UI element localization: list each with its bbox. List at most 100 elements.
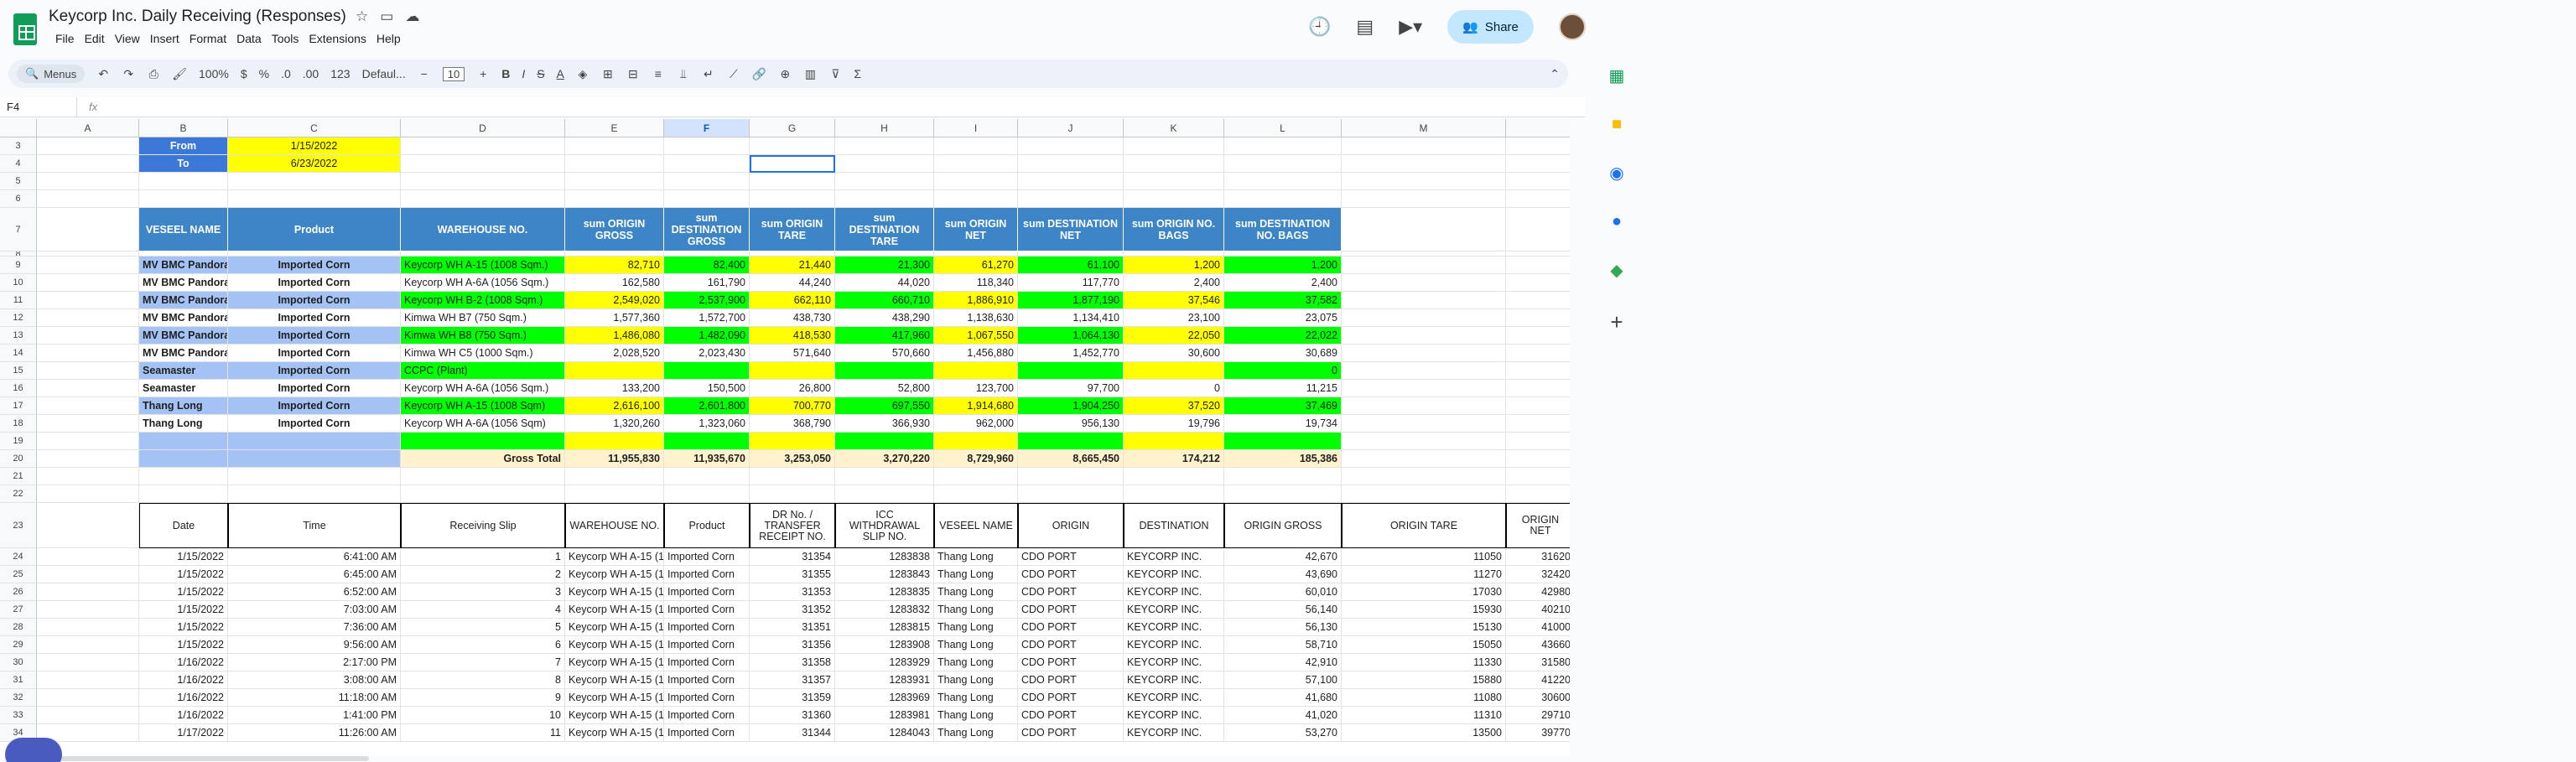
cell[interactable]: 3:08:00 AM [228, 671, 401, 689]
cell[interactable]: sum DESTINATION NO. BAGS [1224, 208, 1342, 251]
cell[interactable] [1342, 173, 1506, 190]
cell[interactable]: 1,904,250 [1018, 397, 1124, 415]
cell[interactable] [1342, 362, 1506, 380]
cell[interactable]: 40210 [1506, 601, 1570, 619]
row-header[interactable]: 11 [0, 292, 37, 309]
menu-search[interactable]: 🔍 Menus [17, 65, 86, 83]
cell[interactable]: CDO PORT [1018, 566, 1124, 583]
cell[interactable] [750, 433, 835, 450]
cell[interactable]: 1283929 [835, 654, 934, 671]
decrease-decimal-button[interactable]: .0 [281, 67, 291, 80]
cell[interactable]: 1,577,360 [565, 309, 664, 327]
cell[interactable]: 11310 [1342, 707, 1506, 724]
cell[interactable] [1124, 362, 1224, 380]
cell[interactable]: 1,886,910 [934, 292, 1018, 309]
cell[interactable]: 52,800 [835, 380, 934, 397]
row-header[interactable]: 27 [0, 601, 37, 619]
cell[interactable] [664, 362, 750, 380]
cell[interactable]: 11 [401, 724, 565, 742]
cell[interactable]: 1 [401, 548, 565, 566]
cell[interactable]: 31354 [750, 548, 835, 566]
cell[interactable]: KEYCORP INC. [1124, 654, 1224, 671]
cell[interactable]: Kimwa WH B7 (750 Sqm.) [401, 309, 565, 327]
cell[interactable]: 1,134,410 [1018, 309, 1124, 327]
cell[interactable]: 1283931 [835, 671, 934, 689]
cell[interactable] [1224, 433, 1342, 450]
cell[interactable]: 962,000 [934, 415, 1018, 433]
cell[interactable] [1124, 173, 1224, 190]
cell[interactable]: 7:36:00 AM [228, 619, 401, 636]
cell[interactable] [835, 173, 934, 190]
cell[interactable]: 9:56:00 AM [228, 636, 401, 654]
cell[interactable]: 21,440 [750, 257, 835, 274]
cell[interactable] [37, 345, 139, 362]
cell[interactable]: 31357 [750, 671, 835, 689]
cell[interactable] [565, 468, 664, 485]
cell[interactable]: Imported Corn [228, 397, 401, 415]
cell[interactable]: 82,710 [565, 257, 664, 274]
cell[interactable]: 7:03:00 AM [228, 601, 401, 619]
cell[interactable]: VESEEL NAME [934, 503, 1018, 548]
cell[interactable] [37, 415, 139, 433]
cell[interactable]: sum DESTINATION NET [1018, 208, 1124, 251]
cell[interactable] [228, 173, 401, 190]
cell[interactable]: 58,710 [1224, 636, 1342, 654]
cell[interactable] [1342, 345, 1506, 362]
cell[interactable] [1224, 137, 1342, 155]
cell[interactable] [37, 707, 139, 724]
cell[interactable]: 1,486,080 [565, 327, 664, 345]
cell[interactable]: Keycorp WH A-15 (1008 Sqm) [565, 724, 664, 742]
cell[interactable]: 23,075 [1224, 309, 1342, 327]
cell[interactable] [228, 190, 401, 208]
cell[interactable] [401, 137, 565, 155]
cell[interactable]: 1,877,190 [1018, 292, 1124, 309]
column-header-corner[interactable] [0, 119, 37, 137]
cell[interactable] [37, 380, 139, 397]
cell[interactable]: sum ORIGIN NET [934, 208, 1018, 251]
cell[interactable]: 956,130 [1018, 415, 1124, 433]
column-header-A[interactable]: A [37, 119, 139, 137]
cell[interactable]: To [139, 155, 228, 173]
cell[interactable]: 42980 [1506, 583, 1570, 601]
cell[interactable]: 1/16/2022 [139, 707, 228, 724]
cell[interactable]: 1,914,680 [934, 397, 1018, 415]
cell[interactable]: Keycorp WH A-15 (1008 Sqm) [565, 583, 664, 601]
add-addon-icon[interactable]: + [1610, 309, 1623, 335]
cell[interactable]: 1,200 [1224, 257, 1342, 274]
cell[interactable] [1506, 327, 1570, 345]
cell[interactable] [1018, 362, 1124, 380]
cell[interactable] [139, 485, 228, 503]
cell[interactable]: 162,580 [565, 274, 664, 292]
row-header[interactable]: 32 [0, 689, 37, 707]
cell[interactable]: VESEEL NAME [139, 208, 228, 251]
cell[interactable]: 57,100 [1224, 671, 1342, 689]
cell[interactable] [1124, 137, 1224, 155]
menu-insert[interactable]: Insert [145, 30, 184, 47]
cell[interactable]: 1/15/2022 [139, 601, 228, 619]
cell[interactable]: ICC WITHDRAWAL SLIP NO. [835, 503, 934, 548]
cell[interactable] [750, 155, 835, 173]
cell[interactable]: 56,130 [1224, 619, 1342, 636]
row-header[interactable]: 28 [0, 619, 37, 636]
cell[interactable]: 697,550 [835, 397, 934, 415]
filter-icon[interactable]: ⊽ [828, 67, 842, 81]
cell[interactable] [37, 654, 139, 671]
cell[interactable] [401, 173, 565, 190]
cell[interactable]: Kimwa WH B8 (750 Sqm.) [401, 327, 565, 345]
cell[interactable] [1342, 433, 1506, 450]
cell[interactable] [1224, 173, 1342, 190]
cell[interactable]: Product [664, 503, 750, 548]
bold-button[interactable]: B [501, 67, 510, 80]
cell[interactable]: Keycorp WH A-15 (1008 Sqm) [565, 548, 664, 566]
cell[interactable] [934, 190, 1018, 208]
cell[interactable]: WAREHOUSE NO. [565, 503, 664, 548]
cell[interactable] [1506, 415, 1570, 433]
cell[interactable]: 1/16/2022 [139, 654, 228, 671]
cell[interactable] [37, 137, 139, 155]
cell[interactable] [1018, 173, 1124, 190]
cell[interactable]: 97,700 [1018, 380, 1124, 397]
cell[interactable]: 31352 [750, 601, 835, 619]
cell[interactable]: Imported Corn [228, 345, 401, 362]
cell[interactable]: 10 [401, 707, 565, 724]
row-header[interactable]: 31 [0, 671, 37, 689]
